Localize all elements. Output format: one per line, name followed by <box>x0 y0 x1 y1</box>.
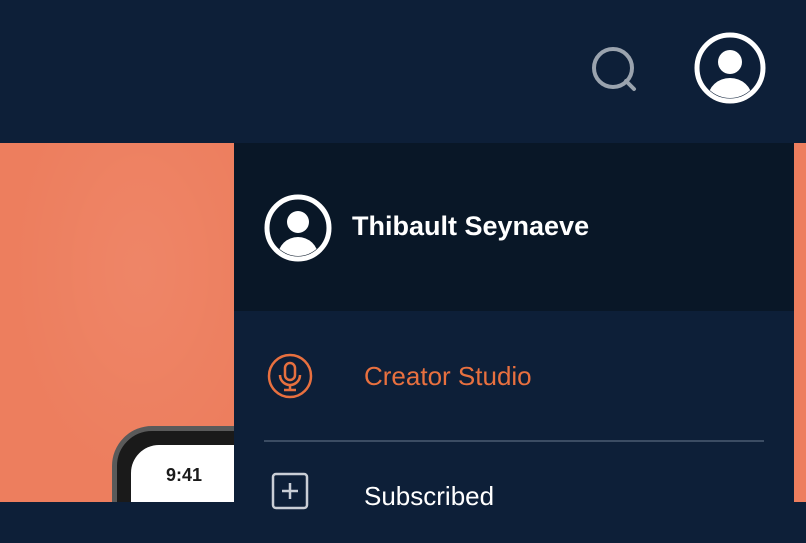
menu-item-label: Creator Studio <box>364 361 532 391</box>
user-avatar-icon <box>694 32 766 104</box>
menu-item-creator-studio[interactable]: Creator Studio <box>234 325 794 425</box>
search-icon <box>592 47 636 91</box>
hero-right-edge <box>794 143 806 502</box>
phone-status-time: 9:41 <box>166 465 203 485</box>
user-avatar-icon <box>264 194 332 262</box>
menu-divider <box>264 440 764 442</box>
profile-header[interactable]: Thibault Seynaeve <box>234 143 794 311</box>
menu-item-subscribed[interactable]: Subscribed <box>234 443 794 543</box>
plus-square-icon <box>271 472 309 510</box>
account-dropdown-menu: Thibault Seynaeve Creator Studio Subscri… <box>234 143 794 511</box>
search-button[interactable] <box>588 43 640 95</box>
profile-avatar <box>264 194 332 262</box>
account-menu-button[interactable] <box>694 32 766 104</box>
microphone-icon <box>267 353 313 399</box>
menu-item-label: Subscribed <box>364 481 495 511</box>
top-nav-bar <box>0 0 806 143</box>
profile-name: Thibault Seynaeve <box>352 211 590 241</box>
